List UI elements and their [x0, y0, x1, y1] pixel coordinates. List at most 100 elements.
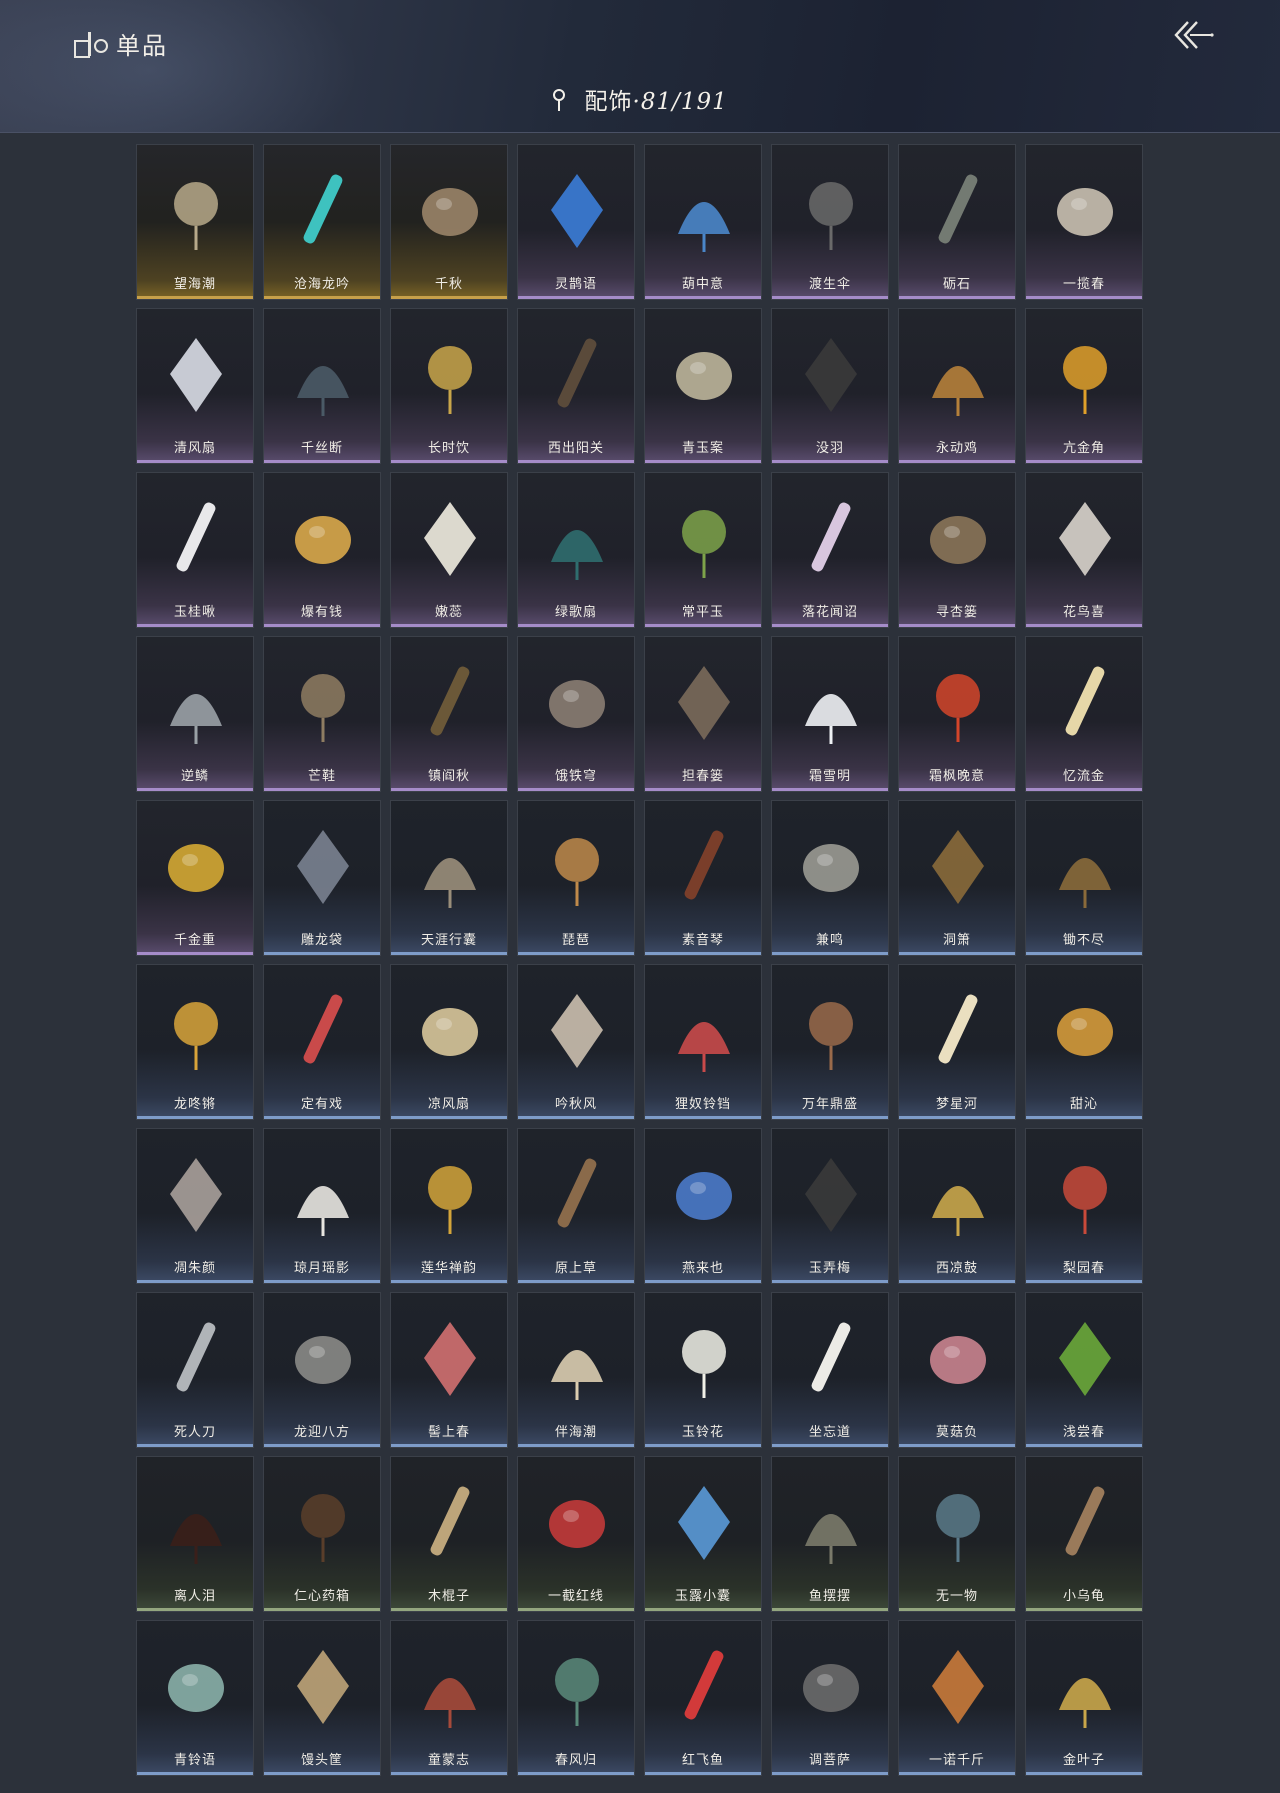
item-card[interactable]: 长时饮: [390, 308, 508, 464]
item-card[interactable]: 燕来也: [644, 1128, 762, 1284]
item-card[interactable]: 凋朱颜: [136, 1128, 254, 1284]
item-card[interactable]: 梦星河: [898, 964, 1016, 1120]
item-card[interactable]: 一揽春: [1025, 144, 1143, 300]
item-card[interactable]: 金叶子: [1025, 1620, 1143, 1776]
item-card[interactable]: 仁心药箱: [263, 1456, 381, 1612]
curved-blade-icon: [151, 1307, 241, 1407]
item-card[interactable]: 无一物: [898, 1456, 1016, 1612]
item-card[interactable]: 青玉案: [644, 308, 762, 464]
item-card[interactable]: 童蒙志: [390, 1620, 508, 1776]
item-card[interactable]: 霜雪明: [771, 636, 889, 792]
item-card[interactable]: 红飞鱼: [644, 1620, 762, 1776]
item-card[interactable]: 莲华禅韵: [390, 1128, 508, 1284]
item-card[interactable]: 亢金角: [1025, 308, 1143, 464]
item-card[interactable]: 永动鸡: [898, 308, 1016, 464]
item-card[interactable]: 梨园春: [1025, 1128, 1143, 1284]
item-card[interactable]: 寻杏篓: [898, 472, 1016, 628]
item-card[interactable]: 原上草: [517, 1128, 635, 1284]
birdcage-icon: [278, 815, 368, 915]
item-card[interactable]: 芒鞋: [263, 636, 381, 792]
item-card[interactable]: 千金重: [136, 800, 254, 956]
item-card[interactable]: 绿歌扇: [517, 472, 635, 628]
item-card[interactable]: 浅尝春: [1025, 1292, 1143, 1448]
item-card[interactable]: 没羽: [771, 308, 889, 464]
item-label: 甜沁: [1069, 1097, 1098, 1112]
item-card[interactable]: 灵鹊语: [517, 144, 635, 300]
item-card[interactable]: 坐忘道: [771, 1292, 889, 1448]
item-card[interactable]: 落花闻诏: [771, 472, 889, 628]
item-label: 梨园春: [1062, 1261, 1105, 1276]
item-card[interactable]: 伴海潮: [517, 1292, 635, 1448]
item-card[interactable]: 逆鳞: [136, 636, 254, 792]
item-card[interactable]: 饿铁穹: [517, 636, 635, 792]
item-card[interactable]: 狸奴铃铛: [644, 964, 762, 1120]
fish-icon: [786, 1471, 876, 1571]
item-label: 浅尝春: [1062, 1425, 1105, 1440]
item-card[interactable]: 爆有钱: [263, 472, 381, 628]
item-card[interactable]: 渡生伞: [771, 144, 889, 300]
item-card[interactable]: 清风扇: [136, 308, 254, 464]
item-card[interactable]: 洞箫: [898, 800, 1016, 956]
item-card[interactable]: 凉风扇: [390, 964, 508, 1120]
item-card[interactable]: 忆流金: [1025, 636, 1143, 792]
item-card[interactable]: 嫩蕊: [390, 472, 508, 628]
item-card[interactable]: 素音琴: [644, 800, 762, 956]
item-card[interactable]: 离人泪: [136, 1456, 254, 1612]
item-card[interactable]: 玉露小囊: [644, 1456, 762, 1612]
item-card[interactable]: 琼月瑶影: [263, 1128, 381, 1284]
item-label: 沧海龙吟: [293, 277, 350, 292]
item-card[interactable]: 千丝断: [263, 308, 381, 464]
item-card[interactable]: 花鸟喜: [1025, 472, 1143, 628]
item-card[interactable]: 吟秋风: [517, 964, 635, 1120]
item-card[interactable]: 龙咚锵: [136, 964, 254, 1120]
gourd-pendant-icon: [659, 159, 749, 259]
item-card[interactable]: 调菩萨: [771, 1620, 889, 1776]
item-card[interactable]: 龙迎八方: [263, 1292, 381, 1448]
item-card[interactable]: 馒头筐: [263, 1620, 381, 1776]
item-card[interactable]: 兼鸣: [771, 800, 889, 956]
medicine-chest-icon: [278, 1471, 368, 1571]
item-card[interactable]: 玉弄梅: [771, 1128, 889, 1284]
wine-jar-icon: [151, 1471, 241, 1571]
item-card[interactable]: 琵琶: [517, 800, 635, 956]
item-card[interactable]: 镇阎秋: [390, 636, 508, 792]
item-card[interactable]: 西凉鼓: [898, 1128, 1016, 1284]
item-card[interactable]: 甜沁: [1025, 964, 1143, 1120]
item-card[interactable]: 玉桂啾: [136, 472, 254, 628]
item-card[interactable]: 一截红线: [517, 1456, 635, 1612]
item-card[interactable]: 万年鼎盛: [771, 964, 889, 1120]
item-label: 玉弄梅: [808, 1261, 851, 1276]
item-card[interactable]: 西出阳关: [517, 308, 635, 464]
item-card[interactable]: 雕龙袋: [263, 800, 381, 956]
item-card[interactable]: 沧海龙吟: [263, 144, 381, 300]
item-card[interactable]: 千秋: [390, 144, 508, 300]
white-flower-icon: [405, 487, 495, 587]
item-card[interactable]: 霜枫晚意: [898, 636, 1016, 792]
item-card[interactable]: 天涯行囊: [390, 800, 508, 956]
item-card[interactable]: 常平玉: [644, 472, 762, 628]
item-card[interactable]: 鱼摆摆: [771, 1456, 889, 1612]
golden-lotus-icon: [405, 1143, 495, 1243]
item-label: 锄不尽: [1062, 933, 1105, 948]
back-button[interactable]: [1170, 18, 1214, 52]
item-card[interactable]: 砺石: [898, 144, 1016, 300]
item-card[interactable]: 葫中意: [644, 144, 762, 300]
item-label: 洞箫: [942, 933, 971, 948]
item-card[interactable]: 木棍子: [390, 1456, 508, 1612]
item-card[interactable]: 死人刀: [136, 1292, 254, 1448]
dragon-shield-icon: [278, 1307, 368, 1407]
item-card[interactable]: 玉铃花: [644, 1292, 762, 1448]
item-label: 没羽: [815, 441, 844, 456]
flower-pendant-icon: [786, 487, 876, 587]
item-card[interactable]: 锄不尽: [1025, 800, 1143, 956]
item-card[interactable]: 一诺千斤: [898, 1620, 1016, 1776]
item-card[interactable]: 望海潮: [136, 144, 254, 300]
item-grid: 望海潮 沧海龙吟 千秋 灵鹊语 葫中意 渡生伞 砺石 一揽春清风扇 千丝断 长时饮 西出阳关 青玉案 没…: [136, 144, 1143, 1776]
item-card[interactable]: 青铃语: [136, 1620, 254, 1776]
item-card[interactable]: 春风归: [517, 1620, 635, 1776]
item-card[interactable]: 髻上春: [390, 1292, 508, 1448]
item-card[interactable]: 莫菇负: [898, 1292, 1016, 1448]
item-card[interactable]: 小乌龟: [1025, 1456, 1143, 1612]
item-card[interactable]: 定有戏: [263, 964, 381, 1120]
item-card[interactable]: 担春篓: [644, 636, 762, 792]
